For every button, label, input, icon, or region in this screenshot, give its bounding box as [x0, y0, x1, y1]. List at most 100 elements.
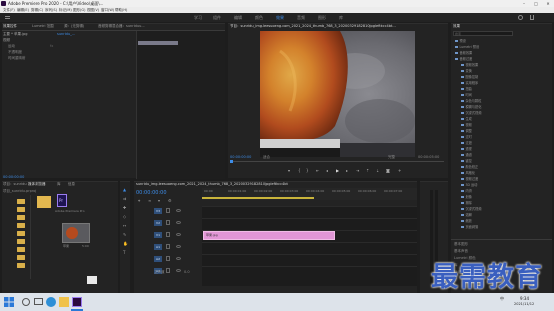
effects-list-item[interactable]: 擦除: [461, 200, 472, 205]
step-forward-icon[interactable]: ▸: [346, 168, 348, 173]
source-clip-label[interactable]: 主要 * 苹果.jpg: [3, 32, 28, 37]
file-explorer-icon[interactable]: [59, 297, 69, 307]
essential-sound-item[interactable]: 基本声音: [454, 249, 468, 254]
folder-thumbnail[interactable]: [37, 196, 51, 208]
workspace-edit[interactable]: 编辑: [234, 15, 242, 21]
close-button[interactable]: ✕: [542, 0, 554, 7]
effects-list-item[interactable]: 划像: [461, 194, 472, 199]
essential-graphics-item[interactable]: 基本图形: [454, 242, 468, 247]
lift-icon[interactable]: ⇡: [366, 168, 369, 173]
selection-tool-icon[interactable]: ▲: [123, 187, 126, 192]
home-icon[interactable]: [5, 16, 10, 19]
mark-out-icon[interactable]: }: [306, 168, 309, 173]
tab-lumetri-scopes[interactable]: Lumetri 范围: [32, 24, 54, 29]
work-area-bar[interactable]: [202, 197, 314, 199]
effects-list-item[interactable]: 扭曲: [461, 86, 472, 91]
effects-list-item[interactable]: 页面剥落: [461, 224, 478, 229]
track-name[interactable]: V3: [154, 208, 162, 214]
effects-list-item[interactable]: 透视: [461, 146, 472, 151]
effects-list-item[interactable]: 风格化: [461, 170, 475, 175]
mute-icon[interactable]: [176, 257, 181, 260]
workspace-graphics[interactable]: 图形: [318, 15, 326, 21]
snap-icon[interactable]: ⌖: [138, 198, 140, 203]
effects-list-item[interactable]: 预设: [455, 38, 466, 43]
extract-icon[interactable]: ⇣: [376, 168, 379, 173]
lock-icon[interactable]: [166, 268, 170, 273]
effect-opacity[interactable]: 不透明度: [8, 50, 22, 55]
effects-list-item[interactable]: 视频: [461, 122, 472, 127]
search-icon[interactable]: [22, 298, 30, 306]
track-name[interactable]: A2: [154, 256, 162, 262]
scrub-bar[interactable]: [230, 161, 444, 162]
premiere-file-icon[interactable]: Pr: [57, 194, 67, 207]
effects-list-item[interactable]: 沉浸式视频: [461, 110, 481, 115]
playhead[interactable]: [230, 160, 233, 163]
effect-controls-timecode[interactable]: 00:00:00:00: [3, 175, 24, 179]
ime-language[interactable]: 中: [500, 296, 504, 302]
pen-tool-icon[interactable]: ✎: [123, 232, 126, 237]
add-marker-icon[interactable]: ▾: [158, 198, 160, 203]
effects-list-item[interactable]: 调整: [461, 128, 472, 133]
effects-list-item[interactable]: 模糊与锐化: [461, 104, 481, 109]
lock-icon[interactable]: [166, 220, 170, 225]
minimize-button[interactable]: –: [518, 0, 530, 7]
effects-list-item[interactable]: 杂色与颗粒: [461, 98, 481, 103]
effects-list-item[interactable]: 变换: [461, 68, 472, 73]
tab-info[interactable]: 信息: [68, 182, 75, 187]
folder-icon[interactable]: [17, 223, 25, 228]
effects-list-item[interactable]: 溶解: [461, 212, 472, 217]
effects-list-item[interactable]: 键控: [461, 158, 472, 163]
export-frame-icon[interactable]: ◙: [386, 168, 390, 173]
settings-icon[interactable]: ⚙: [168, 198, 172, 203]
tab-source[interactable]: 源：(无剪辑): [64, 24, 84, 29]
program-timecode-left[interactable]: 00:00:00:00: [230, 155, 251, 159]
windows-start-icon[interactable]: [4, 297, 14, 307]
mute-icon[interactable]: [176, 245, 181, 248]
folder-icon[interactable]: [17, 215, 25, 220]
sequence-label[interactable]: sunridu_...: [57, 32, 75, 36]
tab-timeline[interactable]: sunridu_img.leesuoeng.com_2021_2024_thum…: [136, 182, 288, 186]
add-marker-icon[interactable]: ▾: [288, 168, 290, 173]
effects-list-item[interactable]: 沉浸式视频: [461, 206, 481, 211]
clip-apple[interactable]: 苹果.jpg: [203, 231, 335, 240]
workspace-effects[interactable]: 效果: [276, 15, 284, 21]
tab-audio-clip-mixer[interactable]: 音频剪辑混合器：sunriduu...: [98, 24, 145, 29]
quick-export-icon[interactable]: [530, 15, 534, 20]
clock-time[interactable]: 9:34: [520, 296, 529, 301]
effects-list-item[interactable]: 通道: [461, 152, 472, 157]
folder-icon[interactable]: [17, 231, 25, 236]
popup-overlay[interactable]: [87, 276, 97, 284]
program-video-frame[interactable]: [260, 31, 415, 157]
effects-search-input[interactable]: 搜索: [453, 31, 513, 36]
effects-list-item[interactable]: 3D 运动: [461, 182, 477, 187]
razor-tool-icon[interactable]: ◇: [123, 214, 126, 219]
effect-motion[interactable]: 运动: [8, 44, 15, 49]
workspace-audio[interactable]: 音频: [297, 15, 305, 21]
lock-icon[interactable]: [166, 208, 170, 213]
quality-dropdown[interactable]: 完整: [388, 155, 395, 160]
play-icon[interactable]: ▶: [336, 168, 339, 173]
eye-icon[interactable]: [176, 233, 181, 236]
task-view-icon[interactable]: [34, 298, 43, 305]
tab-project[interactable]: 项目：sunridu: [3, 182, 27, 187]
track-header[interactable]: A3: [136, 266, 202, 277]
effects-list-item[interactable]: 时间: [461, 92, 472, 97]
workspace-assembly[interactable]: 组件: [213, 15, 221, 21]
tab-libraries[interactable]: 库: [57, 182, 61, 187]
lock-icon[interactable]: [166, 256, 170, 261]
folder-icon[interactable]: [17, 255, 25, 260]
effects-list-item[interactable]: 过时: [461, 134, 472, 139]
track-header[interactable]: A2: [136, 254, 202, 265]
lock-icon[interactable]: [166, 232, 170, 237]
button-editor-icon[interactable]: +: [398, 168, 401, 173]
premiere-taskbar-icon[interactable]: [72, 297, 82, 307]
track-header[interactable]: A1: [136, 242, 202, 253]
workspace-learn[interactable]: 学习: [194, 15, 202, 21]
effects-list-item[interactable]: 过渡: [461, 140, 472, 145]
search-icon[interactable]: [518, 15, 523, 20]
tab-media-browser[interactable]: 媒体浏览器: [28, 182, 46, 187]
tab-effect-controls[interactable]: 效果控件: [3, 24, 17, 29]
mark-in-icon[interactable]: {: [298, 168, 301, 173]
tab-program-monitor[interactable]: 节目：sunridu_img.leesuoeng.com_2021_2024_t…: [230, 24, 396, 29]
folder-icon[interactable]: [17, 207, 25, 212]
